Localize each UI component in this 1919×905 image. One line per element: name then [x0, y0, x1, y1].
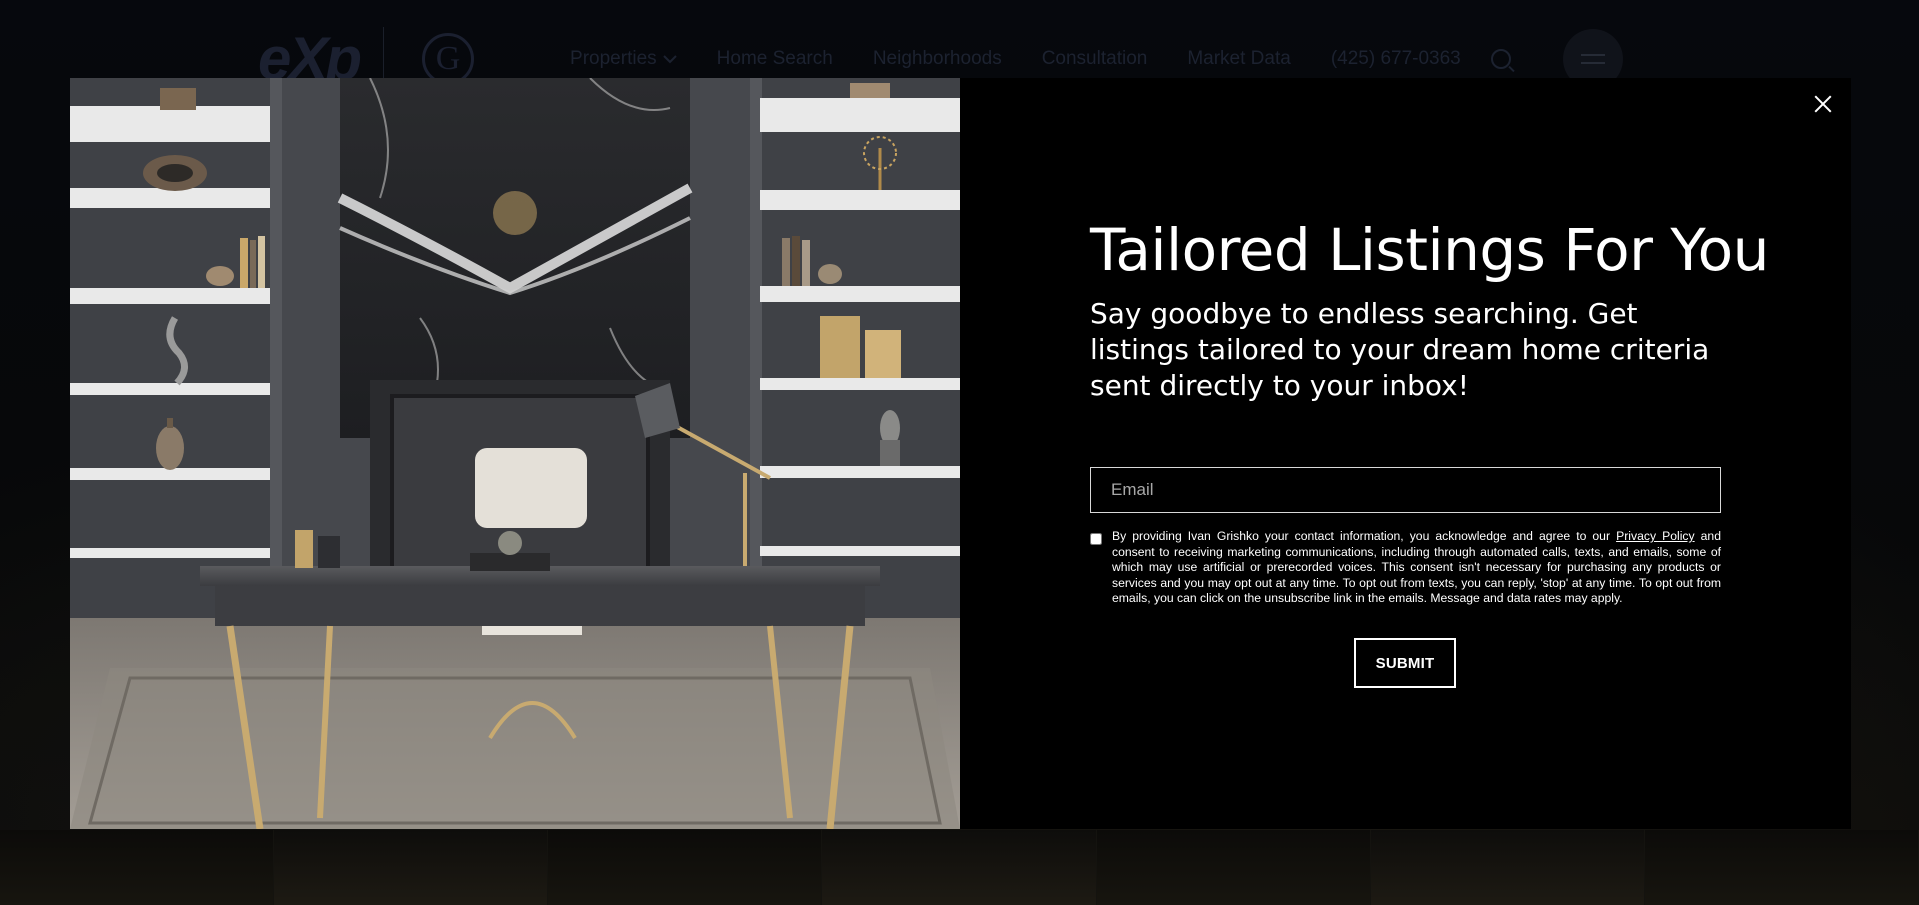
hamburger-icon	[1580, 54, 1605, 56]
search-icon[interactable]	[1490, 49, 1511, 69]
office-interior-illustration	[70, 78, 960, 829]
nav-item-consultation[interactable]: Consultation	[1042, 48, 1148, 70]
privacy-policy-link[interactable]: Privacy Policy	[1616, 529, 1695, 543]
consent-row: By providing Ivan Grishko your contact i…	[1090, 529, 1721, 607]
consent-text: By providing Ivan Grishko your contact i…	[1112, 529, 1721, 607]
nav-item-properties[interactable]: Properties	[570, 48, 677, 70]
nav-item-home-search[interactable]: Home Search	[717, 48, 833, 70]
email-field[interactable]	[1090, 467, 1721, 513]
consent-text-before: By providing Ivan Grishko your contact i…	[1112, 529, 1611, 543]
nav-item-market-data[interactable]: Market Data	[1187, 48, 1290, 70]
consent-checkbox[interactable]	[1090, 533, 1102, 545]
chevron-down-icon	[662, 55, 677, 64]
office-interior-photo	[70, 78, 960, 829]
nav-item-neighborhoods[interactable]: Neighborhoods	[873, 48, 1002, 70]
nav-phone-link[interactable]: (425) 677-0363	[1331, 48, 1461, 70]
background-hero-strip	[0, 830, 1919, 905]
listings-signup-modal: Tailored Listings For You Say goodbye to…	[70, 78, 1851, 829]
hamburger-icon-line	[1580, 62, 1605, 64]
signup-form: Tailored Listings For You Say goodbye to…	[1090, 78, 1769, 829]
modal-title: Tailored Listings For You	[1090, 216, 1769, 284]
nav-item-label: Properties	[570, 48, 657, 69]
close-icon[interactable]	[1809, 90, 1837, 118]
modal-subtitle: Say goodbye to endless searching. Get li…	[1090, 297, 1710, 402]
submit-button[interactable]: SUBMIT	[1354, 638, 1456, 688]
